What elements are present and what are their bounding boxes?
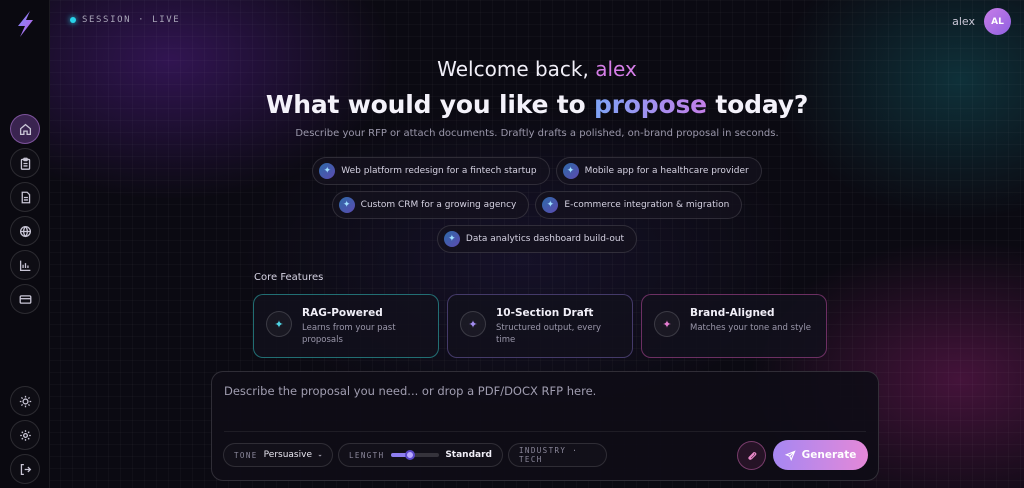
nav-home-button[interactable] [10, 114, 40, 144]
generate-label: Generate [801, 449, 857, 461]
gear-icon [19, 429, 31, 441]
session-label: SESSION · LIVE [82, 15, 181, 25]
user-menu[interactable]: alex AL [952, 8, 1011, 35]
page-subtitle: Describe your RFP or attach documents. D… [295, 128, 779, 139]
theme-toggle-button[interactable] [10, 386, 40, 416]
tone-select[interactable]: TONE Persuasive [223, 443, 333, 467]
core-features-heading: Core Features [254, 272, 324, 283]
session-status: SESSION · LIVE [70, 15, 180, 25]
nav-clipboard-button[interactable] [10, 148, 40, 178]
credit-card-icon [19, 294, 31, 304]
suggestion-row: ✦ Web platform redesign for a fintech st… [50, 157, 1024, 185]
sparkle-icon: ✦ [266, 311, 292, 337]
logout-button[interactable] [10, 454, 40, 484]
length-label: LENGTH [349, 450, 385, 460]
bar-chart-icon [19, 260, 30, 271]
tone-label: TONE [234, 450, 258, 460]
length-slider[interactable] [390, 450, 440, 460]
send-icon [784, 449, 796, 461]
suggestion-row: ✦ Data analytics dashboard build-out [50, 225, 1024, 253]
nav-analytics-button[interactable] [10, 250, 40, 280]
proposal-composer: TONE Persuasive LENGTH Standard INDUSTRY… [211, 371, 879, 481]
feature-title: Brand-Aligned [690, 307, 775, 319]
suggestion-row: ✦ Custom CRM for a growing agency ✦ E-co… [50, 191, 1024, 219]
suggestion-chip[interactable]: ✦ Mobile app for a healthcare provider [555, 157, 762, 185]
sun-icon [19, 395, 31, 407]
industry-label: INDUSTRY · TECH [519, 446, 579, 464]
suggestion-label: Data analytics dashboard build-out [465, 234, 625, 244]
generate-button[interactable]: Generate [773, 440, 868, 470]
suggestion-label: Web platform redesign for a fintech star… [341, 166, 537, 176]
sparkle-icon: ✦ [460, 311, 486, 337]
headline-accent: propose [593, 90, 707, 119]
feature-description: Matches your tone and style [690, 323, 812, 333]
suggestion-label: E-commerce integration & migration [564, 200, 730, 210]
chevron-down-icon [318, 454, 322, 457]
suggestion-chip[interactable]: ✦ Custom CRM for a growing agency [331, 191, 530, 219]
welcome-prefix: Welcome back, [437, 57, 596, 81]
page-title: What would you like to propose today? [50, 90, 1024, 119]
welcome-greeting: Welcome back, alex [50, 57, 1024, 81]
feature-title: 10-Section Draft [496, 307, 594, 319]
paperclip-icon [747, 451, 756, 460]
feature-description: Structured output, every time [496, 323, 602, 346]
feature-card-draft: ✦ 10-Section Draft Structured output, ev… [447, 294, 633, 358]
proposal-prompt-input[interactable] [224, 384, 866, 424]
settings-button[interactable] [10, 420, 40, 450]
industry-selector[interactable]: INDUSTRY · TECH [508, 443, 607, 467]
nav-billing-button[interactable] [10, 284, 40, 314]
feature-card-rag: ✦ RAG-Powered Learns from your past prop… [253, 294, 439, 358]
length-slider-thumb[interactable] [405, 450, 416, 460]
sparkle-icon: ✦ [319, 163, 336, 179]
clipboard-icon [20, 157, 30, 170]
length-value: Standard [445, 450, 492, 460]
sparkle-icon: ✦ [562, 163, 579, 179]
sparkle-icon: ✦ [338, 197, 355, 213]
avatar[interactable]: AL [984, 8, 1011, 35]
suggestion-chip[interactable]: ✦ Web platform redesign for a fintech st… [312, 157, 550, 185]
bolt-logo-icon[interactable] [13, 10, 37, 38]
headline-before: What would you like to [265, 90, 594, 119]
sidebar [0, 0, 50, 488]
live-indicator-dot [70, 17, 76, 23]
home-icon [19, 123, 31, 135]
nav-globe-button[interactable] [10, 216, 40, 246]
suggestion-chip[interactable]: ✦ E-commerce integration & migration [535, 191, 743, 219]
feature-card-brand: ✦ Brand-Aligned Matches your tone and st… [641, 294, 827, 358]
length-control: LENGTH Standard [338, 443, 503, 467]
sparkle-icon: ✦ [443, 231, 460, 247]
feature-description: Learns from your past proposals [302, 323, 396, 346]
globe-icon [19, 225, 31, 237]
headline-after: today? [706, 90, 809, 119]
welcome-user-name: alex [595, 57, 637, 81]
sparkle-icon: ✦ [542, 197, 559, 213]
document-icon [21, 191, 30, 203]
nav-document-button[interactable] [10, 182, 40, 212]
tone-value: Persuasive [263, 450, 312, 460]
user-name: alex [952, 15, 975, 28]
composer-divider [224, 431, 866, 432]
logout-icon [20, 463, 31, 475]
suggestion-label: Custom CRM for a growing agency [360, 200, 517, 210]
suggestion-label: Mobile app for a healthcare provider [584, 166, 749, 176]
attach-file-button[interactable] [737, 441, 766, 470]
feature-title: RAG-Powered [302, 307, 383, 319]
sparkle-icon: ✦ [654, 311, 680, 337]
suggestion-chip[interactable]: ✦ Data analytics dashboard build-out [436, 225, 638, 253]
